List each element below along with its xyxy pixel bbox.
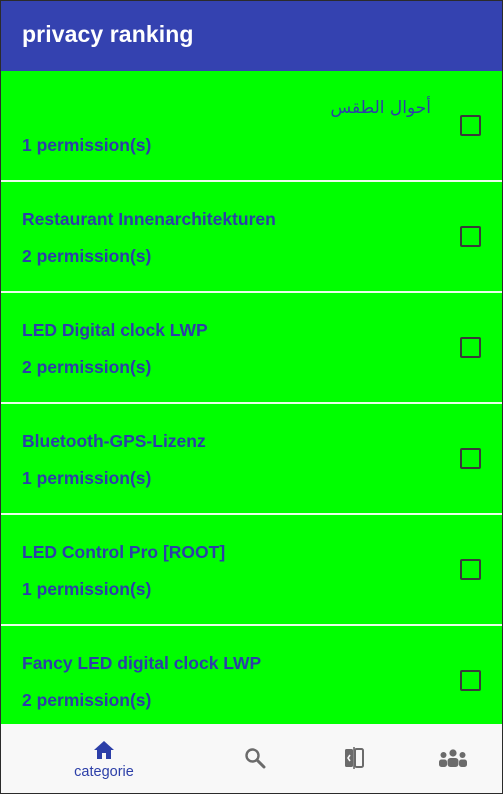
list-item[interactable]: أحوال الطقس 1 permission(s) (1, 71, 502, 182)
permission-count: 1 permission(s) (22, 468, 152, 488)
list-item[interactable]: LED Digital clock LWP 2 permission(s) (1, 293, 502, 404)
app-title: Restaurant Innenarchitekturen (22, 209, 276, 229)
permission-count: 1 permission(s) (22, 135, 152, 155)
nav-label: categorie (74, 764, 134, 780)
app-title: LED Control Pro [ROOT] (22, 542, 226, 562)
app-title: LED Digital clock LWP (22, 320, 208, 340)
list-item[interactable]: Fancy LED digital clock LWP 2 permission… (1, 626, 502, 724)
select-checkbox[interactable] (460, 559, 481, 580)
compare-icon (341, 746, 367, 770)
list-item[interactable]: Bluetooth-GPS-Lizenz 1 permission(s) (1, 404, 502, 515)
select-checkbox[interactable] (460, 115, 481, 136)
nav-item-group[interactable] (436, 724, 470, 793)
permission-count: 2 permission(s) (22, 246, 152, 266)
app-screen: privacy ranking أحوال الطقس 1 permission… (0, 0, 503, 794)
permission-count: 2 permission(s) (22, 357, 152, 377)
nav-item-categorie[interactable]: categorie (64, 724, 144, 793)
permission-count: 1 permission(s) (22, 579, 152, 599)
list-item[interactable]: LED Control Pro [ROOT] 1 permission(s) (1, 515, 502, 626)
search-icon (242, 746, 268, 770)
select-checkbox[interactable] (460, 670, 481, 691)
select-checkbox[interactable] (460, 337, 481, 358)
permission-count: 2 permission(s) (22, 690, 152, 710)
nav-item-search[interactable] (240, 724, 270, 793)
nav-item-compare[interactable] (339, 724, 369, 793)
app-title: Bluetooth-GPS-Lizenz (22, 431, 206, 451)
app-bar: privacy ranking (1, 1, 502, 71)
group-icon (437, 746, 469, 770)
home-icon (91, 738, 117, 762)
app-title: Fancy LED digital clock LWP (22, 653, 262, 673)
bottom-navigation: categorie (1, 724, 502, 793)
select-checkbox[interactable] (460, 448, 481, 469)
list-item[interactable]: Restaurant Innenarchitekturen 2 permissi… (1, 182, 502, 293)
app-list: أحوال الطقس 1 permission(s) Restaurant I… (1, 71, 502, 724)
select-checkbox[interactable] (460, 226, 481, 247)
page-title: privacy ranking (22, 20, 194, 47)
app-title: أحوال الطقس (330, 98, 431, 118)
